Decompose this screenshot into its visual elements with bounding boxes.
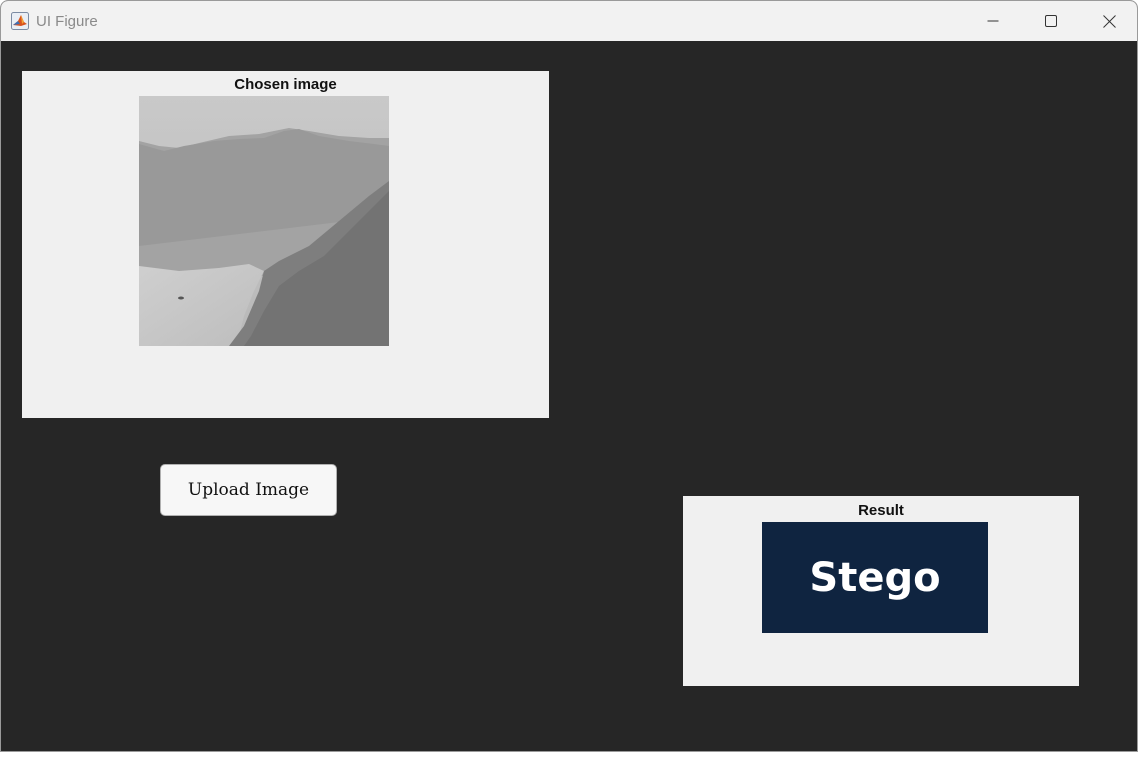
maximize-icon: [1045, 15, 1057, 27]
upload-image-button[interactable]: Upload Image: [160, 464, 337, 516]
result-image: Stego: [762, 522, 988, 633]
chosen-image: [139, 96, 389, 346]
title-bar[interactable]: UI Figure: [1, 1, 1137, 41]
chosen-image-axes: Chosen image: [22, 71, 549, 418]
matlab-icon: [11, 12, 29, 30]
chosen-image-title: Chosen image: [234, 76, 337, 93]
result-axes: Result Stego: [683, 496, 1079, 686]
minimize-icon: [987, 15, 999, 27]
close-button[interactable]: [1080, 1, 1137, 41]
close-icon: [1102, 14, 1116, 28]
figure-canvas: Chosen image Upload Image Result Stego: [1, 41, 1137, 751]
minimize-button[interactable]: [964, 1, 1022, 41]
app-window: UI Figure Chosen image Upload Image Resu…: [0, 0, 1138, 752]
result-text: Stego: [809, 554, 941, 601]
window-title: UI Figure: [36, 13, 98, 30]
result-title: Result: [858, 502, 904, 519]
maximize-button[interactable]: [1022, 1, 1080, 41]
